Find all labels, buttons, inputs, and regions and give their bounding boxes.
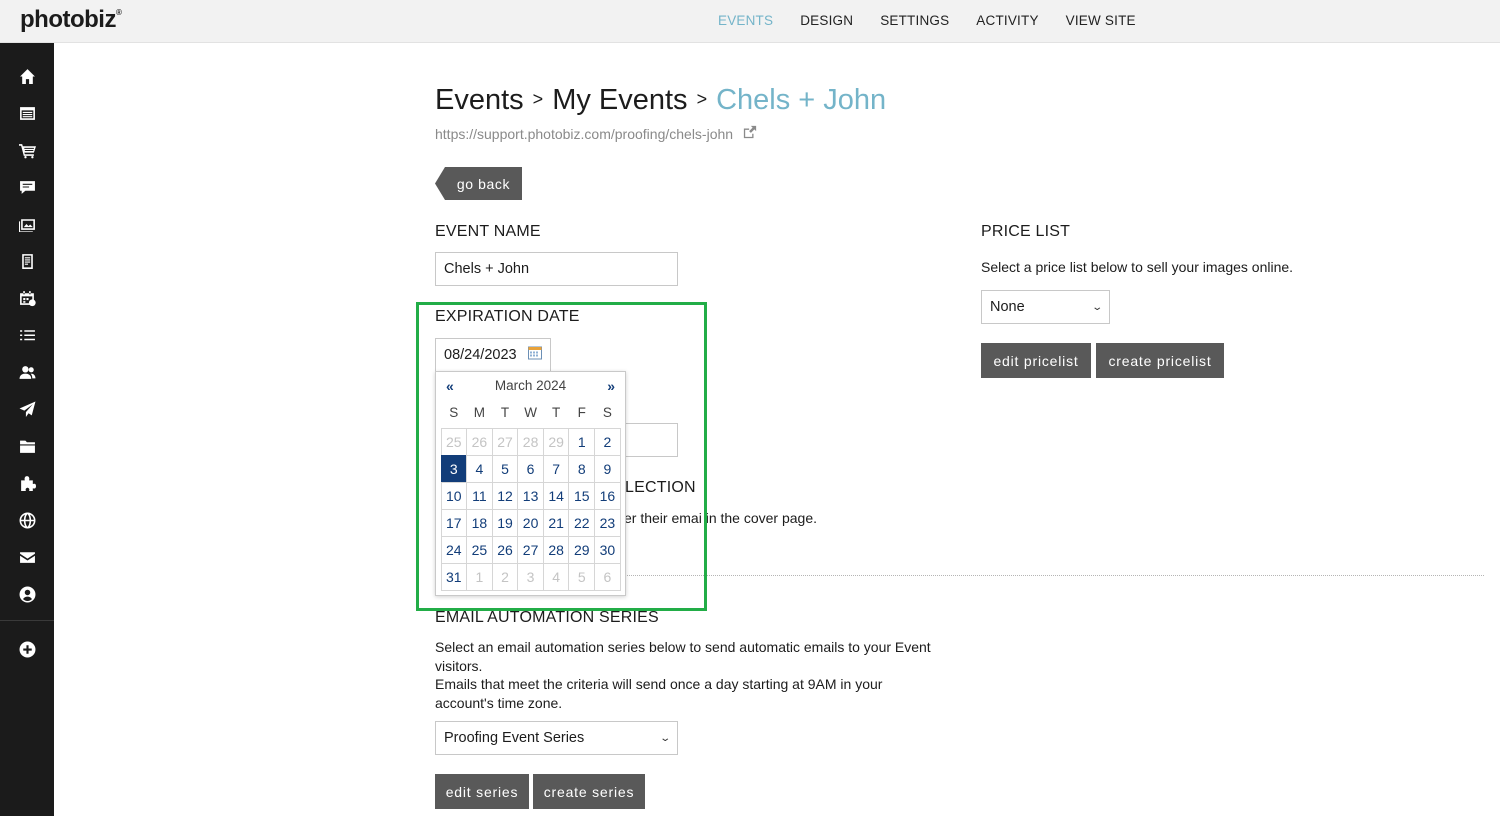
list-icon[interactable]: [0, 320, 54, 350]
edit-series-button[interactable]: edit series: [435, 774, 529, 809]
nav-activity[interactable]: ACTIVITY: [976, 13, 1038, 28]
email-automation-desc-line1: Select an email automation series below …: [435, 639, 931, 655]
breadcrumb-current: Chels + John: [716, 84, 887, 116]
photobiz-logo[interactable]: photobiz®: [20, 6, 122, 34]
cart-icon[interactable]: [0, 135, 54, 165]
event-url[interactable]: https://support.photobiz.com/proofing/ch…: [435, 126, 733, 142]
mail-icon[interactable]: [0, 542, 54, 572]
email-automation-label: EMAIL AUTOMATION SERIES: [435, 609, 659, 626]
nav-design[interactable]: DESIGN: [800, 13, 853, 28]
pages-icon[interactable]: [0, 98, 54, 128]
logo-mark: ®: [115, 8, 122, 17]
add-icon[interactable]: [0, 634, 54, 664]
email-automation-desc-line2: visitors.: [435, 657, 483, 674]
nav-view-site[interactable]: VIEW SITE: [1066, 13, 1136, 28]
price-list-selected: None: [990, 299, 1025, 315]
go-back-button[interactable]: go back: [435, 167, 522, 200]
top-bar: photobiz® EVENTS DESIGN SETTINGS ACTIVIT…: [0, 0, 1500, 43]
event-name-input[interactable]: Chels + John: [435, 252, 678, 286]
users-icon[interactable]: [0, 357, 54, 387]
event-name-label: EVENT NAME: [435, 223, 541, 240]
email-automation-desc-line3: Emails that meet the criteria will send …: [435, 676, 883, 692]
document-icon[interactable]: [0, 246, 54, 276]
external-link-icon[interactable]: [743, 125, 757, 142]
price-list-label: PRICE LIST: [981, 223, 1071, 240]
email-automation-desc: Select an email automation series below …: [435, 638, 955, 712]
nav-events[interactable]: EVENTS: [718, 13, 773, 28]
create-pricelist-button[interactable]: create pricelist: [1096, 343, 1224, 378]
globe-icon[interactable]: [0, 505, 54, 535]
event-url-row: https://support.photobiz.com/proofing/ch…: [435, 125, 757, 142]
email-series-select[interactable]: Proofing Event Series ⌄: [435, 721, 678, 755]
home-icon[interactable]: [0, 61, 54, 91]
email-automation-desc-line4: account's time zone.: [435, 694, 563, 711]
account-icon[interactable]: [0, 579, 54, 609]
calendar-icon[interactable]: [0, 283, 54, 313]
gallery-icon[interactable]: [0, 209, 54, 239]
price-list-desc: Select a price list below to sell your i…: [981, 259, 1294, 275]
sidebar: [0, 43, 54, 816]
create-series-button[interactable]: create series: [533, 774, 645, 809]
nav-settings[interactable]: SETTINGS: [880, 13, 949, 28]
folder-icon[interactable]: [0, 431, 54, 461]
chevron-down-icon: ⌄: [658, 732, 671, 744]
top-nav: EVENTS DESIGN SETTINGS ACTIVITY VIEW SIT…: [718, 13, 1163, 28]
highlight-box: [416, 302, 707, 611]
puzzle-icon[interactable]: [0, 468, 54, 498]
sidebar-divider: [0, 620, 54, 621]
chevron-down-icon: ⌄: [1090, 301, 1103, 313]
breadcrumb: Events > My Events > Chels + John: [435, 84, 886, 117]
logo-text: photobiz: [20, 6, 116, 33]
breadcrumb-events[interactable]: Events: [435, 84, 524, 116]
breadcrumb-separator: >: [532, 89, 544, 109]
email-series-selected: Proofing Event Series: [444, 730, 585, 746]
section-divider: [622, 575, 1484, 576]
breadcrumb-separator: >: [696, 89, 708, 109]
price-list-select[interactable]: None ⌄: [981, 290, 1110, 324]
edit-pricelist-button[interactable]: edit pricelist: [981, 343, 1091, 378]
chat-icon[interactable]: [0, 172, 54, 202]
email-collection-desc-b: in the cover page.: [701, 510, 817, 526]
send-icon[interactable]: [0, 394, 54, 424]
breadcrumb-my-events[interactable]: My Events: [552, 84, 687, 116]
